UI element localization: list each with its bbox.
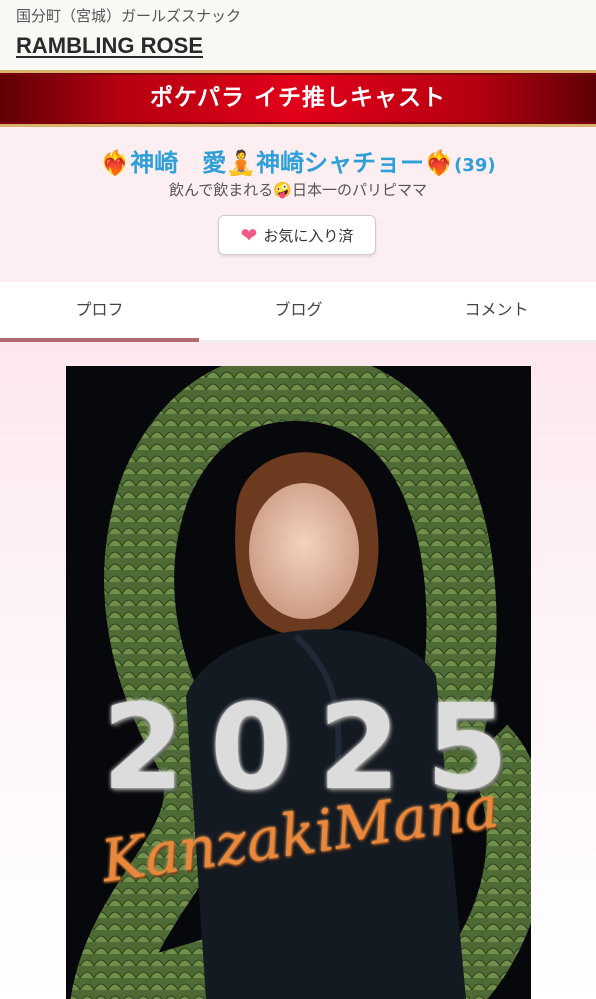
cast-name: ❤️‍🔥神崎 愛🧘神崎シャチョー❤️‍🔥(39)	[0, 143, 596, 178]
tab-blog[interactable]: ブログ	[199, 282, 398, 338]
cast-catchphrase: 飲んで飲まれる🤪日本一のパリピママ	[169, 181, 427, 199]
cast-profile-header: ❤️‍🔥神崎 愛🧘神崎シャチョー❤️‍🔥(39) 飲んで飲まれる🤪日本一のパリピ…	[0, 127, 596, 282]
year-digit: 2	[102, 678, 185, 816]
site-header: 国分町（宮城）ガールズスナック RAMBLING ROSE	[0, 0, 596, 70]
favorite-button[interactable]: ❤ お気に入り済	[218, 215, 376, 255]
favorite-label: お気に入り済	[263, 226, 354, 245]
store-name-link[interactable]: RAMBLING ROSE	[16, 33, 203, 59]
heart-icon: ❤	[240, 223, 258, 247]
cast-age: (39)	[454, 155, 496, 176]
cast-name-text: ❤️‍🔥神崎 愛🧘神崎シャチョー❤️‍🔥	[100, 149, 455, 177]
breadcrumb[interactable]: 国分町（宮城）ガールズスナック	[16, 5, 241, 26]
banner-title: ポケパラ イチ推しキャスト	[149, 85, 447, 111]
tab-comment[interactable]: コメント	[397, 282, 596, 338]
profile-tabs: プロフ ブログ コメント	[0, 282, 596, 342]
recommended-cast-banner: ポケパラ イチ推しキャスト	[0, 70, 596, 127]
year-digit: 0	[210, 678, 293, 816]
tab-profile[interactable]: プロフ	[0, 282, 199, 338]
